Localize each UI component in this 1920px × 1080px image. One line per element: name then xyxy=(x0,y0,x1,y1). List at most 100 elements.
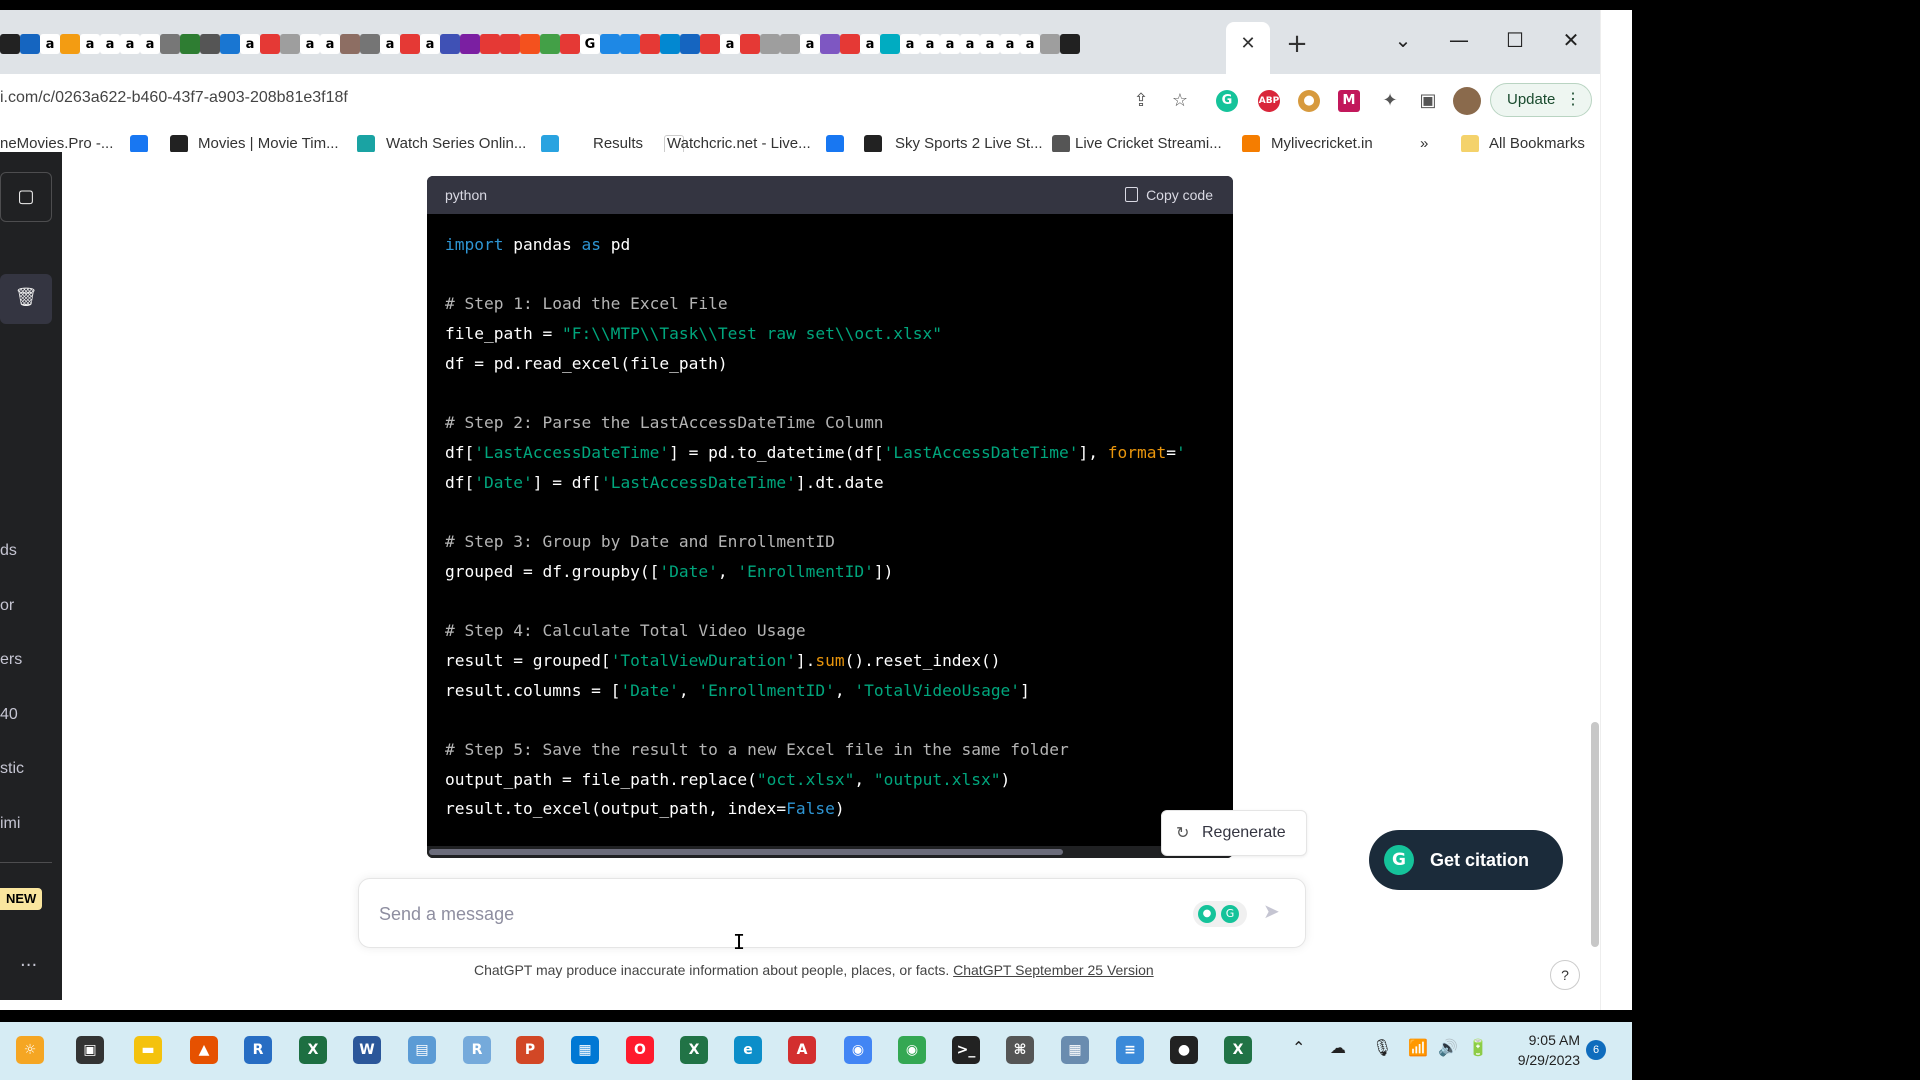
notification-count-badge[interactable]: 6 xyxy=(1586,1040,1606,1060)
code-horizontal-scrollbar[interactable] xyxy=(427,846,1233,858)
pinned-tab-icon[interactable] xyxy=(1060,34,1080,54)
regenerate-button[interactable]: ↻ Regenerate xyxy=(1161,810,1307,856)
address-bar[interactable]: i.com/c/0263a622-b460-43f7-a903-208b81e3… xyxy=(0,89,348,107)
system-clock[interactable]: 9:05 AM 9/29/2023 xyxy=(1506,1030,1580,1070)
send-icon[interactable]: ➤ xyxy=(1263,899,1280,923)
sidebar-item[interactable]: imi xyxy=(0,815,20,833)
globe-icon[interactable] xyxy=(1052,135,1070,153)
pinned-tab-icon[interactable] xyxy=(400,34,420,54)
scrollbar-thumb[interactable] xyxy=(429,849,1063,855)
adblock-extension-icon[interactable]: ABP xyxy=(1258,90,1280,112)
bookmark-link[interactable]: Results xyxy=(593,135,643,152)
pinned-tab-icon[interactable]: a xyxy=(1020,34,1040,54)
microphone-icon[interactable]: 🎙 xyxy=(1372,1038,1392,1057)
pinned-tab-icon[interactable] xyxy=(640,34,660,54)
sidebar-item[interactable]: or xyxy=(0,597,14,615)
pinned-tab-icon[interactable]: a xyxy=(80,34,100,54)
notepad-icon[interactable]: ≡ xyxy=(1116,1036,1144,1064)
movie-times-icon[interactable] xyxy=(170,135,188,153)
pinned-tab-icon[interactable]: a xyxy=(960,34,980,54)
facebook-circle-icon[interactable] xyxy=(826,135,844,153)
pinned-tab-icon[interactable] xyxy=(60,34,80,54)
r-icon[interactable]: R xyxy=(244,1036,272,1064)
pinned-tab-icon[interactable]: a xyxy=(380,34,400,54)
pinned-tab-icon[interactable] xyxy=(460,34,480,54)
bookmark-link[interactable]: neMovies.Pro -... xyxy=(0,135,113,152)
excel-alt-icon[interactable]: X xyxy=(680,1036,708,1064)
pinned-tab-icon[interactable]: a xyxy=(800,34,820,54)
facebook-icon[interactable] xyxy=(130,135,148,153)
pinned-tab-icon[interactable] xyxy=(700,34,720,54)
pinned-tab-icon[interactable] xyxy=(820,34,840,54)
word-icon[interactable]: W xyxy=(353,1036,381,1064)
sidebar-item[interactable]: stic xyxy=(0,760,24,778)
pinned-tab-icon[interactable]: a xyxy=(300,34,320,54)
excel-icon[interactable]: X xyxy=(299,1036,327,1064)
share-icon[interactable]: ⇪ xyxy=(1127,87,1155,115)
volume-icon[interactable]: 🔊 xyxy=(1438,1038,1458,1057)
pinned-tab-icon[interactable]: a xyxy=(100,34,120,54)
grammarly-widget[interactable]: ● G xyxy=(1193,901,1247,927)
minimize-button[interactable]: — xyxy=(1434,20,1484,60)
side-panel-icon[interactable]: ▣ xyxy=(1414,87,1442,115)
pinned-tab-icon[interactable]: a xyxy=(140,34,160,54)
network-icon[interactable]: ⌘ xyxy=(1006,1036,1034,1064)
profile-avatar[interactable] xyxy=(1453,87,1481,115)
pinned-tab-icon[interactable] xyxy=(440,34,460,54)
all-bookmarks-link[interactable]: All Bookmarks xyxy=(1489,135,1585,152)
file-explorer-icon[interactable]: ▬ xyxy=(134,1036,162,1064)
bookmark-star-icon[interactable]: ☆ xyxy=(1166,87,1194,115)
pinned-tab-icon[interactable] xyxy=(660,34,680,54)
extensions-puzzle-icon[interactable]: ✦ xyxy=(1376,87,1404,115)
edge-icon[interactable]: e xyxy=(734,1036,762,1064)
pinned-tab-icon[interactable] xyxy=(560,34,580,54)
remote-desktop-icon[interactable]: ▤ xyxy=(408,1036,436,1064)
pinned-tab-icon[interactable] xyxy=(1040,34,1060,54)
more-options-icon[interactable]: ... xyxy=(20,950,37,971)
tray-overflow-icon[interactable]: ⌃ xyxy=(1292,1038,1305,1057)
results-icon[interactable] xyxy=(541,135,559,153)
pinned-tab-icon[interactable] xyxy=(540,34,560,54)
pinned-tab-icon[interactable] xyxy=(780,34,800,54)
help-button[interactable]: ? xyxy=(1550,960,1580,990)
pinned-tab-icon[interactable] xyxy=(520,34,540,54)
delete-chat-icon[interactable]: 🗑 xyxy=(0,274,52,324)
pinned-tab-icon[interactable]: a xyxy=(860,34,880,54)
sidebar-toggle-icon[interactable]: ▢ xyxy=(0,172,52,222)
pinned-tab-icon[interactable]: a xyxy=(720,34,740,54)
wifi-icon[interactable]: 📶 xyxy=(1408,1038,1428,1057)
update-button[interactable]: Update ⋮ xyxy=(1490,83,1592,117)
page-scrollbar[interactable] xyxy=(1591,722,1599,947)
pinned-tab-icon[interactable] xyxy=(260,34,280,54)
media-player-icon[interactable]: ● xyxy=(1170,1036,1198,1064)
bookmark-link[interactable]: Watchcric.net - Live... xyxy=(667,135,811,152)
matlab-icon[interactable]: ▲ xyxy=(190,1036,218,1064)
acrobat-icon[interactable]: A xyxy=(788,1036,816,1064)
pinned-tab-icon[interactable]: G xyxy=(580,34,600,54)
pinned-tab-icon[interactable] xyxy=(600,34,620,54)
maximize-button[interactable]: ☐ xyxy=(1490,20,1540,60)
chrome-profile-icon[interactable]: ◉ xyxy=(898,1036,926,1064)
battery-icon[interactable]: 🔋 xyxy=(1468,1038,1488,1057)
pinned-tab-icon[interactable] xyxy=(160,34,180,54)
sidebar-item[interactable]: 40 xyxy=(0,706,18,724)
onedrive-icon[interactable]: ☁ xyxy=(1330,1038,1346,1057)
series-icon[interactable] xyxy=(357,135,375,153)
pinned-tab-icon[interactable] xyxy=(840,34,860,54)
bookmark-link[interactable]: Mylivecricket.in xyxy=(1271,135,1373,152)
weather-icon[interactable]: ☼ xyxy=(16,1036,44,1064)
pinned-tab-icon[interactable]: a xyxy=(40,34,60,54)
get-citation-button[interactable]: G Get citation xyxy=(1369,830,1563,890)
pinned-tab-icon[interactable]: a xyxy=(940,34,960,54)
bookmark-link[interactable]: Watch Series Onlin... xyxy=(386,135,526,152)
pinned-tab-icon[interactable] xyxy=(500,34,520,54)
r-studio-icon[interactable]: R xyxy=(463,1036,491,1064)
pinned-tab-icon[interactable] xyxy=(480,34,500,54)
grammarly-extension-icon[interactable]: G xyxy=(1216,90,1238,112)
pinned-tab-icon[interactable] xyxy=(220,34,240,54)
close-window-button[interactable]: ✕ xyxy=(1546,20,1596,60)
pinned-tab-icon[interactable]: a xyxy=(420,34,440,54)
message-input[interactable] xyxy=(377,897,1161,931)
pinned-tab-icon[interactable] xyxy=(200,34,220,54)
pinned-tab-icon[interactable] xyxy=(760,34,780,54)
